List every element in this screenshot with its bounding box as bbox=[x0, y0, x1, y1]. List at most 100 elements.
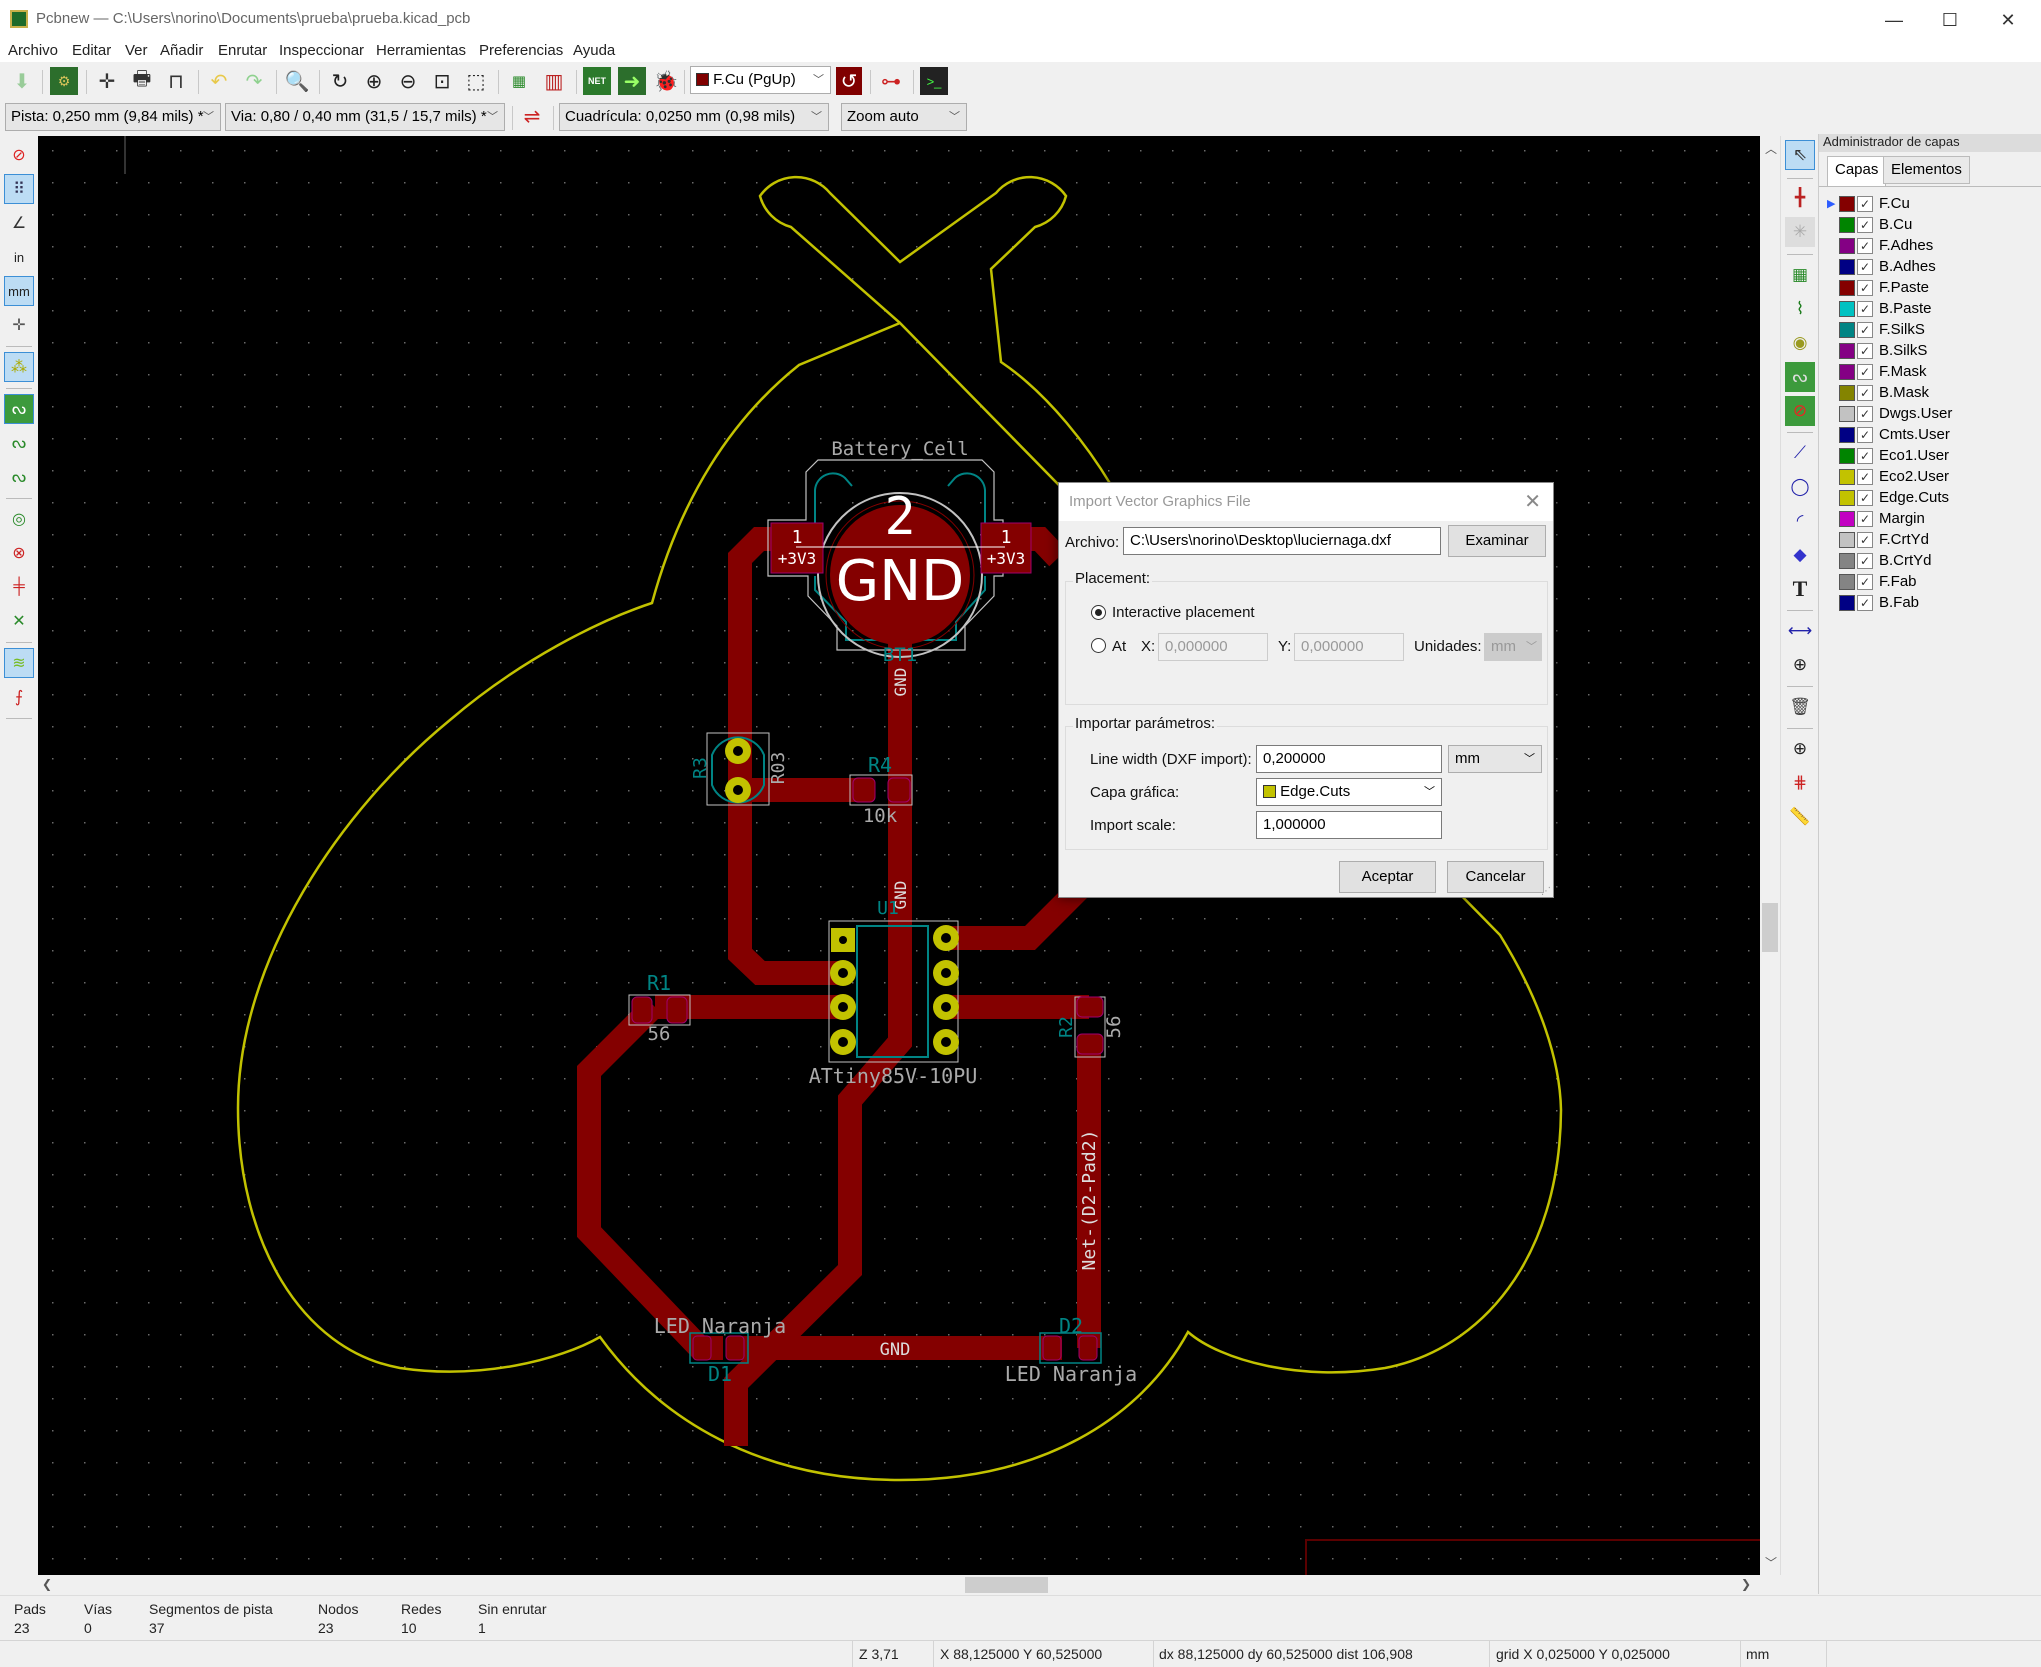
layer-name[interactable]: F.Cu bbox=[1879, 195, 1910, 212]
line-width-units-dropdown[interactable]: mm ﹀ bbox=[1448, 745, 1542, 773]
layer-name[interactable]: F.SilkS bbox=[1879, 321, 1925, 338]
add-dimension-icon[interactable]: ⟷ bbox=[1785, 616, 1815, 646]
zoom-in-icon[interactable]: ⊕ bbox=[360, 67, 388, 95]
layer-row-f-cu[interactable]: ▶ ✓ F.Cu bbox=[1827, 193, 1910, 214]
footprint-editor-icon[interactable]: ▦ bbox=[505, 67, 533, 95]
at-placement-radio[interactable] bbox=[1091, 638, 1106, 653]
menu-inspeccionar[interactable]: Inspeccionar bbox=[279, 42, 364, 59]
x-input[interactable]: 0,000000 bbox=[1158, 633, 1268, 661]
layer-name[interactable]: F.CrtYd bbox=[1879, 531, 1929, 548]
scroll-left-icon[interactable]: ❮ bbox=[42, 1577, 52, 1591]
layer-color-swatch[interactable] bbox=[1839, 363, 1855, 380]
resize-grip-icon[interactable]: ⋰ bbox=[1541, 886, 1551, 897]
layer-row-f-crtyd[interactable]: ✓ F.CrtYd bbox=[1827, 529, 1929, 550]
layer-color-swatch[interactable] bbox=[1839, 384, 1855, 401]
layer-color-swatch[interactable] bbox=[1839, 468, 1855, 485]
d1-pad-2[interactable] bbox=[725, 1335, 745, 1361]
netlist-icon[interactable]: NET bbox=[583, 67, 611, 95]
scroll-down-icon[interactable]: ﹀ bbox=[1765, 1554, 1777, 1571]
add-line-icon[interactable]: ⟋ bbox=[1785, 438, 1815, 468]
cancel-button[interactable]: Cancelar bbox=[1447, 861, 1544, 893]
layer-visibility-checkbox[interactable]: ✓ bbox=[1857, 552, 1873, 569]
layer-color-swatch[interactable] bbox=[1839, 216, 1855, 233]
layer-color-swatch[interactable] bbox=[1839, 489, 1855, 506]
grid-origin-icon[interactable]: ⋕ bbox=[1785, 768, 1815, 798]
layer-name[interactable]: B.Mask bbox=[1879, 384, 1929, 401]
layers-manager-icon[interactable]: ≋ bbox=[4, 648, 34, 678]
grid-dropdown[interactable]: Cuadrícula: 0,0250 mm (0,98 mils) ﹀ bbox=[559, 103, 829, 131]
layer-visibility-checkbox[interactable]: ✓ bbox=[1857, 300, 1873, 317]
layer-select-dropdown[interactable]: F.Cu (PgUp) ﹀ bbox=[690, 66, 831, 94]
print-icon[interactable]: 🖶 bbox=[128, 67, 156, 95]
units-dropdown[interactable]: mm ﹀ bbox=[1484, 633, 1542, 661]
select-icon[interactable]: ⇖ bbox=[1785, 140, 1815, 170]
tab-capas[interactable]: Capas bbox=[1827, 156, 1887, 186]
menu-ver[interactable]: Ver bbox=[125, 42, 148, 59]
layer-name[interactable]: B.Fab bbox=[1879, 594, 1919, 611]
layer-name[interactable]: F.Paste bbox=[1879, 279, 1929, 296]
menu-anadir[interactable]: Añadir bbox=[160, 42, 203, 59]
microwave-icon[interactable]: ⨍ bbox=[4, 682, 34, 712]
layer-row-f-fab[interactable]: ✓ F.Fab bbox=[1827, 571, 1917, 592]
d2-pad-2[interactable] bbox=[1078, 1335, 1098, 1361]
ratsnest-icon[interactable]: ⁂ bbox=[4, 352, 34, 382]
delete-icon[interactable]: 🗑 bbox=[1785, 692, 1815, 722]
layer-row-f-mask[interactable]: ✓ F.Mask bbox=[1827, 361, 1927, 382]
inch-units-icon[interactable]: in bbox=[4, 242, 34, 272]
layer-name[interactable]: B.Cu bbox=[1879, 216, 1912, 233]
pad-sketch-icon[interactable]: ◎ bbox=[4, 504, 34, 534]
layer-color-swatch[interactable] bbox=[1839, 405, 1855, 422]
layer-name[interactable]: Dwgs.User bbox=[1879, 405, 1952, 422]
layer-name[interactable]: F.Adhes bbox=[1879, 237, 1933, 254]
zone-unfilled-icon[interactable]: ᔓ bbox=[4, 462, 34, 492]
add-text-icon[interactable]: T bbox=[1785, 574, 1815, 604]
layer-visibility-checkbox[interactable]: ✓ bbox=[1857, 321, 1873, 338]
zoom-fit-icon[interactable]: ⊡ bbox=[428, 67, 456, 95]
layer-name[interactable]: Eco2.User bbox=[1879, 468, 1949, 485]
dialog-close-icon[interactable]: ✕ bbox=[1524, 489, 1541, 514]
drc-icon[interactable]: 🐞 bbox=[652, 67, 680, 95]
layer-row-margin[interactable]: ✓ Margin bbox=[1827, 508, 1925, 529]
layer-visibility-checkbox[interactable]: ✓ bbox=[1857, 363, 1873, 380]
layer-row-b-paste[interactable]: ✓ B.Paste bbox=[1827, 298, 1932, 319]
d1-pad-1[interactable] bbox=[692, 1335, 712, 1361]
layer-color-swatch[interactable] bbox=[1839, 447, 1855, 464]
layer-color-swatch[interactable] bbox=[1839, 342, 1855, 359]
zoom-selection-icon[interactable]: ⬚ bbox=[462, 67, 490, 95]
layer-row-b-adhes[interactable]: ✓ B.Adhes bbox=[1827, 256, 1936, 277]
plot-icon[interactable]: ⊓ bbox=[162, 67, 190, 95]
highlight-net-icon[interactable]: ╋ bbox=[1785, 183, 1815, 213]
grid-icon[interactable]: ⠿ bbox=[4, 174, 34, 204]
layer-color-swatch[interactable] bbox=[1839, 510, 1855, 527]
layer-name[interactable]: B.Paste bbox=[1879, 300, 1932, 317]
layer-name[interactable]: Eco1.User bbox=[1879, 447, 1949, 464]
add-zone-icon[interactable]: ᔓ bbox=[1785, 362, 1815, 392]
layer-visibility-checkbox[interactable]: ✓ bbox=[1857, 426, 1873, 443]
vertical-scrollbar[interactable]: ︿ ﹀ bbox=[1760, 136, 1780, 1575]
layer-row-eco2-user[interactable]: ✓ Eco2.User bbox=[1827, 466, 1949, 487]
via-layer-pair-icon[interactable]: ↺ bbox=[836, 67, 862, 95]
layer-row-edge-cuts[interactable]: ✓ Edge.Cuts bbox=[1827, 487, 1949, 508]
maximize-button[interactable]: ☐ bbox=[1927, 4, 1973, 36]
d2-pad-1[interactable] bbox=[1042, 1335, 1062, 1361]
layer-visibility-checkbox[interactable]: ✓ bbox=[1857, 384, 1873, 401]
menu-preferencias[interactable]: Preferencias bbox=[479, 42, 563, 59]
layer-color-swatch[interactable] bbox=[1839, 321, 1855, 338]
layer-color-swatch[interactable] bbox=[1839, 258, 1855, 275]
layer-row-b-crtyd[interactable]: ✓ B.CrtYd bbox=[1827, 550, 1932, 571]
layer-row-f-paste[interactable]: ✓ F.Paste bbox=[1827, 277, 1929, 298]
scripting-console-icon[interactable]: >_ bbox=[920, 67, 948, 95]
add-circle-icon[interactable]: ◯ bbox=[1785, 472, 1815, 502]
scroll-right-icon[interactable]: ❯ bbox=[1741, 1577, 1751, 1591]
layer-visibility-checkbox[interactable]: ✓ bbox=[1857, 573, 1873, 590]
via-size-dropdown[interactable]: Via: 0,80 / 0,40 mm (31,5 / 15,7 mils) *… bbox=[225, 103, 505, 131]
interactive-placement-radio[interactable] bbox=[1091, 605, 1106, 620]
via-sketch-icon[interactable]: ⊗ bbox=[4, 538, 34, 568]
route-track-icon[interactable]: ⌇ bbox=[1785, 294, 1815, 324]
add-polygon-icon[interactable]: ◆ bbox=[1785, 540, 1815, 570]
import-scale-input[interactable]: 1,000000 bbox=[1256, 811, 1442, 839]
y-input[interactable]: 0,000000 bbox=[1294, 633, 1404, 661]
tab-elementos[interactable]: Elementos bbox=[1883, 156, 1970, 184]
layer-row-f-adhes[interactable]: ✓ F.Adhes bbox=[1827, 235, 1933, 256]
menu-archivo[interactable]: Archivo bbox=[8, 42, 58, 59]
